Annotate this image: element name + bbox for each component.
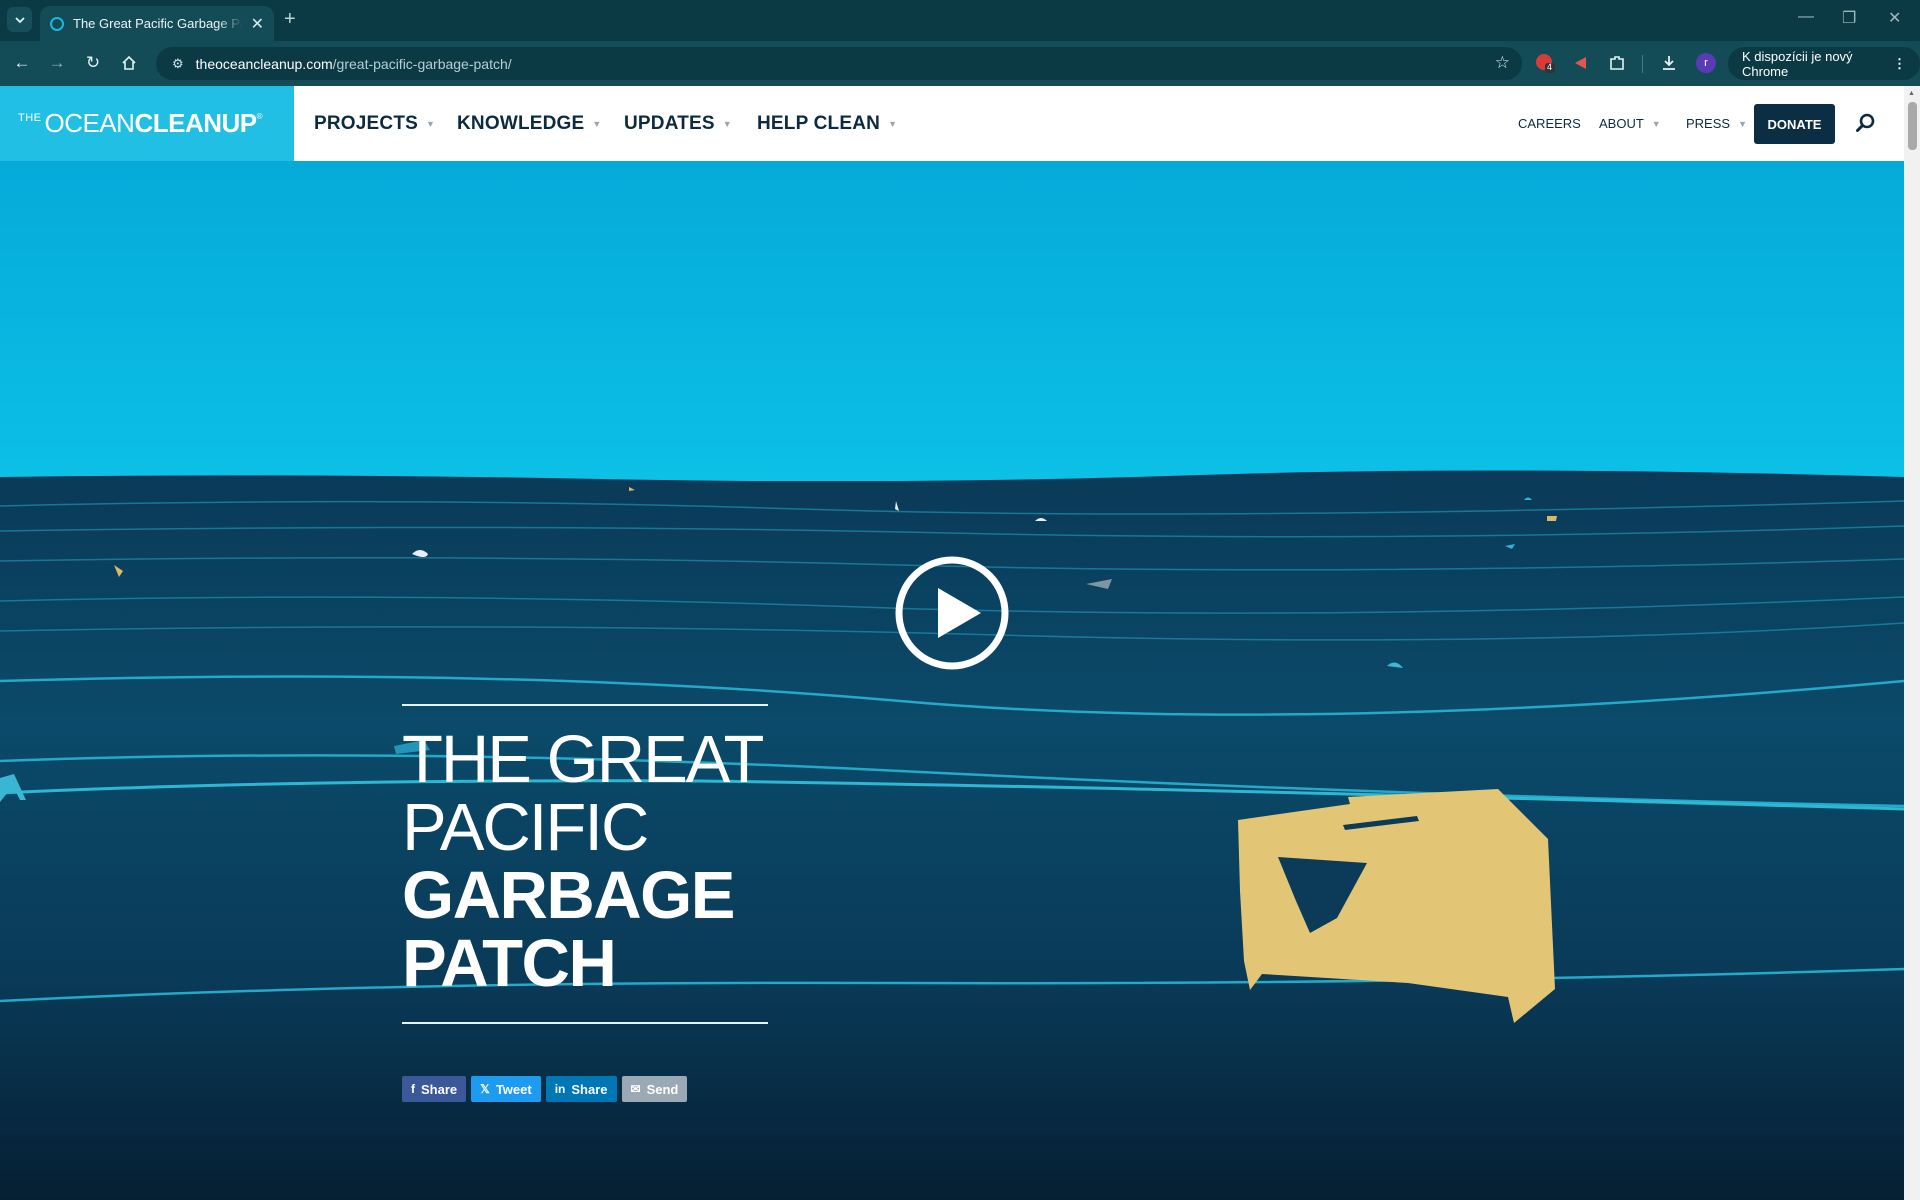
share-facebook-label: Share <box>421 1081 458 1097</box>
download-icon[interactable] <box>1658 52 1680 74</box>
headline-line-4: PATCH <box>402 926 617 1001</box>
share-linkedin-label: Share <box>571 1081 608 1097</box>
nav-projects-label: PROJECTS <box>314 112 419 134</box>
nav-updates-label: UPDATES <box>624 112 715 134</box>
logo-ocean: OCEAN <box>44 108 135 138</box>
caret-down-icon: ▼ <box>592 118 602 129</box>
hero-video-banner[interactable]: THE GREAT PACIFIC GARBAGE PATCH f Share 𝕏… <box>0 161 1904 1200</box>
logo-registered-mark: ® <box>256 112 263 121</box>
nav-updates[interactable]: UPDATES ▼ <box>624 86 732 161</box>
caret-down-icon: ▼ <box>888 118 898 129</box>
nav-help-clean-label: HELP CLEAN <box>757 112 881 134</box>
tab-search-button[interactable] <box>7 7 32 32</box>
headline-line-2: PACIFIC <box>402 790 649 865</box>
x-twitter-icon: 𝕏 <box>480 1082 490 1096</box>
address-bar[interactable]: ⚙ theoceancleanup.com/great-pacific-garb… <box>156 47 1522 80</box>
nav-careers[interactable]: CAREERS <box>1518 86 1581 161</box>
share-email-label: Send <box>646 1081 679 1097</box>
nav-about-label: ABOUT <box>1599 116 1644 131</box>
facebook-icon: f <box>411 1082 415 1096</box>
home-icon[interactable] <box>117 51 141 75</box>
nav-help-clean[interactable]: HELP CLEAN ▼ <box>757 86 897 161</box>
tab-close-icon[interactable]: ✕ <box>251 14 264 34</box>
menu-dots-icon: ⋮ <box>1893 55 1906 71</box>
update-chip-label: K dispozícii je nový Chrome <box>1742 48 1853 79</box>
url-path: /great-pacific-garbage-patch/ <box>332 55 512 72</box>
browser-tab-bar: The Great Pacific Garbage Patch ✕ + — ❐ … <box>0 0 1920 41</box>
share-twitter-label: Tweet <box>495 1081 532 1097</box>
tab-title: The Great Pacific Garbage Patch <box>73 16 243 31</box>
headline-line-3: GARBAGE <box>402 858 735 933</box>
share-facebook-button[interactable]: f Share <box>402 1076 467 1102</box>
nav-knowledge-label: KNOWLEDGE <box>457 112 585 134</box>
donate-button[interactable]: DONATE <box>1754 104 1835 144</box>
nav-careers-label: CAREERS <box>1518 116 1581 131</box>
chevron-down-icon <box>14 16 25 23</box>
caret-down-icon: ▼ <box>722 118 732 129</box>
logo-the: THE <box>18 112 42 124</box>
back-icon[interactable]: ← <box>10 51 34 75</box>
hero-headline-block: THE GREAT PACIFIC GARBAGE PATCH <box>402 704 768 1024</box>
nav-press-label: PRESS <box>1686 116 1731 131</box>
forward-icon[interactable]: → <box>45 51 69 75</box>
new-tab-icon[interactable]: + <box>284 8 296 31</box>
nav-projects[interactable]: PROJECTS ▼ <box>314 86 435 161</box>
share-buttons: f Share 𝕏 Tweet in Share ✉ Send <box>402 1076 688 1102</box>
browser-tab-active[interactable]: The Great Pacific Garbage Patch ✕ <box>40 6 274 41</box>
headline-line-1: THE GREAT <box>402 722 764 797</box>
bookmark-star-icon[interactable]: ☆ <box>1495 53 1510 73</box>
share-email-button[interactable]: ✉ Send <box>621 1076 688 1102</box>
extension-badge: 4 <box>1547 62 1553 72</box>
play-video-icon[interactable] <box>894 555 1010 671</box>
restore-icon[interactable]: ❐ <box>1842 8 1856 28</box>
profile-avatar[interactable]: r <box>1696 53 1716 73</box>
minimize-icon[interactable]: — <box>1798 8 1814 26</box>
scrollbar-thumb[interactable] <box>1908 102 1917 150</box>
share-twitter-button[interactable]: 𝕏 Tweet <box>471 1076 541 1102</box>
toolbar-divider <box>1642 55 1643 73</box>
share-linkedin-button[interactable]: in Share <box>545 1076 617 1102</box>
search-icon[interactable] <box>1855 112 1879 136</box>
browser-toolbar: ← → ↻ ⚙ theoceancleanup.com/great-pacifi… <box>0 41 1920 86</box>
headline-bottom-rule <box>402 1022 768 1024</box>
window-close-icon[interactable]: ✕ <box>1888 8 1901 28</box>
linkedin-icon: in <box>554 1082 566 1096</box>
extensions-puzzle-icon[interactable] <box>1606 52 1628 74</box>
ocean-illustration <box>0 161 1904 1200</box>
page-scrollbar[interactable]: ▲ <box>1904 86 1920 1200</box>
nav-press[interactable]: PRESS ▼ <box>1686 86 1747 161</box>
nav-knowledge[interactable]: KNOWLEDGE ▼ <box>457 86 602 161</box>
mail-icon: ✉ <box>630 1082 641 1096</box>
site-info-icon[interactable]: ⚙ <box>172 56 184 72</box>
reload-icon[interactable]: ↻ <box>81 51 105 75</box>
site-header: THE OCEAN CLEANUP ® PROJECTS ▼ KNOWLEDGE ▼… <box>0 86 1904 161</box>
logo-cleanup: CLEANUP <box>134 108 257 138</box>
chrome-update-button[interactable]: K dispozícii je nový Chrome ⋮ <box>1728 47 1920 80</box>
scroll-up-icon[interactable]: ▲ <box>1908 90 1915 97</box>
caret-down-icon: ▼ <box>1738 118 1747 129</box>
caret-down-icon: ▼ <box>1651 118 1661 129</box>
url-host: theoceancleanup.com <box>195 55 333 72</box>
nav-about[interactable]: ABOUT ▼ <box>1599 86 1661 161</box>
page-title: THE GREAT PACIFIC GARBAGE PATCH <box>402 706 768 1022</box>
site-favicon-icon <box>50 16 64 31</box>
site-logo[interactable]: THE OCEAN CLEANUP ® <box>0 86 294 161</box>
extension-adblock-icon[interactable]: 4 <box>1534 52 1556 74</box>
extension-icon[interactable] <box>1570 52 1592 74</box>
caret-down-icon: ▼ <box>426 118 436 129</box>
